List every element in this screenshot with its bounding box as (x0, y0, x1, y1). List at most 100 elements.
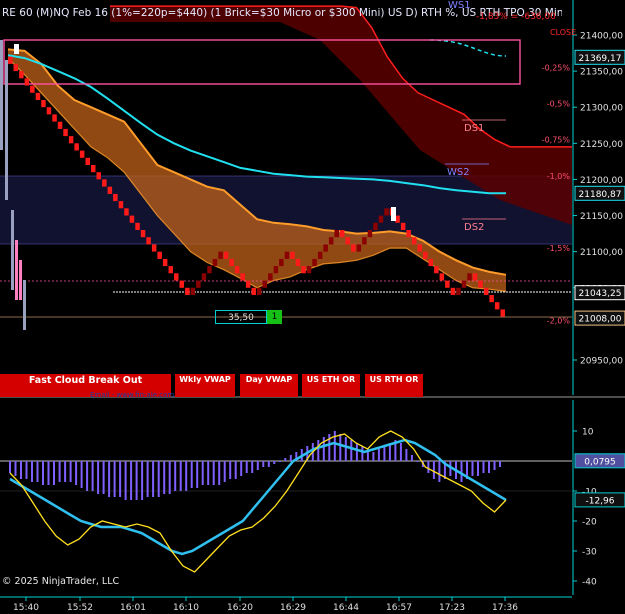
renko-brick (279, 258, 284, 267)
white-brick (391, 207, 396, 221)
histogram-bar (190, 461, 193, 488)
price-axis-label: 21350,00 (580, 68, 623, 78)
histogram-bar (471, 461, 474, 476)
histogram-bar (91, 461, 94, 491)
renko-brick (340, 230, 345, 238)
histogram-bar (333, 431, 336, 461)
renko-brick (24, 78, 30, 86)
copyright-text: © 2025 NinjaTrader, LLC (2, 576, 120, 587)
histogram-bar (477, 461, 479, 476)
percent-level-label: -0,5% (547, 100, 571, 109)
histogram-bar (361, 446, 364, 461)
histogram-bar (267, 461, 270, 467)
renko-brick (268, 273, 273, 281)
header-close-label: CLOSE (550, 28, 577, 37)
histogram-bar (152, 461, 155, 497)
renko-brick (157, 251, 162, 259)
histogram-bar (251, 461, 254, 473)
time-axis-label: 16:01 (120, 603, 146, 613)
renko-brick (113, 193, 118, 202)
renko-brick (467, 273, 472, 281)
histogram-bar (218, 461, 221, 485)
us-eth-or-button[interactable]: US ETH OR (302, 374, 360, 397)
renko-brick (483, 287, 489, 295)
price-axis-label: 21100,00 (580, 248, 623, 258)
histogram-bar (488, 461, 490, 473)
price-tag-label: 21043,25 (579, 289, 622, 299)
left-profile-bar (0, 40, 3, 150)
price-axis-label: 21400,00 (580, 32, 623, 42)
histogram-bar (135, 461, 138, 500)
oscillator-axis-label: -30 (582, 548, 597, 558)
renko-brick (406, 230, 411, 238)
histogram-bar (14, 461, 17, 476)
histogram-bar (482, 461, 485, 473)
us-rth-or-button[interactable]: US RTH OR (365, 374, 423, 397)
renko-brick (96, 172, 101, 180)
histogram-bar (124, 461, 127, 500)
oscillator-axis-label: -40 (582, 578, 597, 588)
oscillator-value-label: 0,0795 (584, 457, 616, 467)
histogram-bar (416, 461, 419, 462)
renko-brick (46, 107, 52, 115)
oscillator-axis-label: 10 (582, 428, 594, 438)
watermark-text: Email - www.fin-ale.com (90, 391, 175, 399)
histogram-bar (355, 443, 358, 461)
histogram-bar (344, 437, 347, 461)
renko-brick (472, 273, 478, 281)
histogram-bar (212, 461, 215, 485)
histogram-bar (372, 452, 375, 461)
renko-brick (212, 258, 218, 267)
histogram-bar (256, 461, 259, 470)
histogram-bar (245, 461, 248, 473)
renko-brick (461, 280, 467, 288)
renko-brick (439, 273, 445, 281)
renko-brick (234, 266, 240, 274)
renko-brick (107, 186, 113, 194)
renko-brick (345, 237, 350, 245)
histogram-bar (289, 455, 292, 461)
histogram-bar (438, 461, 441, 482)
histogram-bar (432, 461, 435, 479)
day-vwap-button[interactable]: Day VWAP (240, 374, 298, 397)
wkly-vwap-button[interactable]: Wkly VWAP (175, 374, 235, 397)
renko-brick (317, 251, 323, 259)
renko-brick (79, 150, 85, 158)
renko-brick (423, 251, 428, 259)
time-axis-label: 16:29 (280, 603, 306, 613)
renko-brick (118, 201, 124, 209)
histogram-bar (240, 461, 243, 476)
renko-brick (312, 258, 317, 267)
renko-brick (245, 280, 251, 288)
renko-brick (445, 280, 450, 288)
renko-brick (63, 128, 68, 137)
time-axis-label: 16:44 (333, 603, 359, 613)
renko-brick (284, 251, 290, 259)
histogram-bar (31, 461, 33, 482)
level-label-ws2: WS2 (447, 167, 470, 178)
renko-brick (478, 280, 483, 288)
renko-brick (57, 121, 63, 129)
histogram-bar (410, 455, 413, 461)
oscillator-value-label: -12,96 (585, 496, 614, 506)
renko-brick (378, 215, 384, 223)
histogram-bar (427, 461, 430, 473)
histogram-bar (157, 461, 160, 497)
renko-brick (257, 287, 262, 295)
left-profile-bar (19, 260, 22, 300)
oscillator-axis-label: -20 (582, 518, 597, 528)
renko-brick (251, 287, 256, 295)
price-axis-label: 20950,00 (580, 357, 623, 367)
histogram-bar (493, 461, 496, 470)
histogram-bar (53, 461, 55, 485)
renko-brick (190, 287, 196, 295)
renko-brick (124, 208, 129, 216)
renko-brick (68, 136, 74, 144)
price-tag-label: 21369,17 (579, 54, 622, 64)
histogram-bar (322, 437, 325, 461)
histogram-bar (460, 461, 463, 482)
price-axis-label: 21200,00 (580, 176, 623, 186)
histogram-bar (350, 440, 353, 461)
histogram-bar (339, 434, 342, 461)
histogram-bar (229, 461, 232, 479)
